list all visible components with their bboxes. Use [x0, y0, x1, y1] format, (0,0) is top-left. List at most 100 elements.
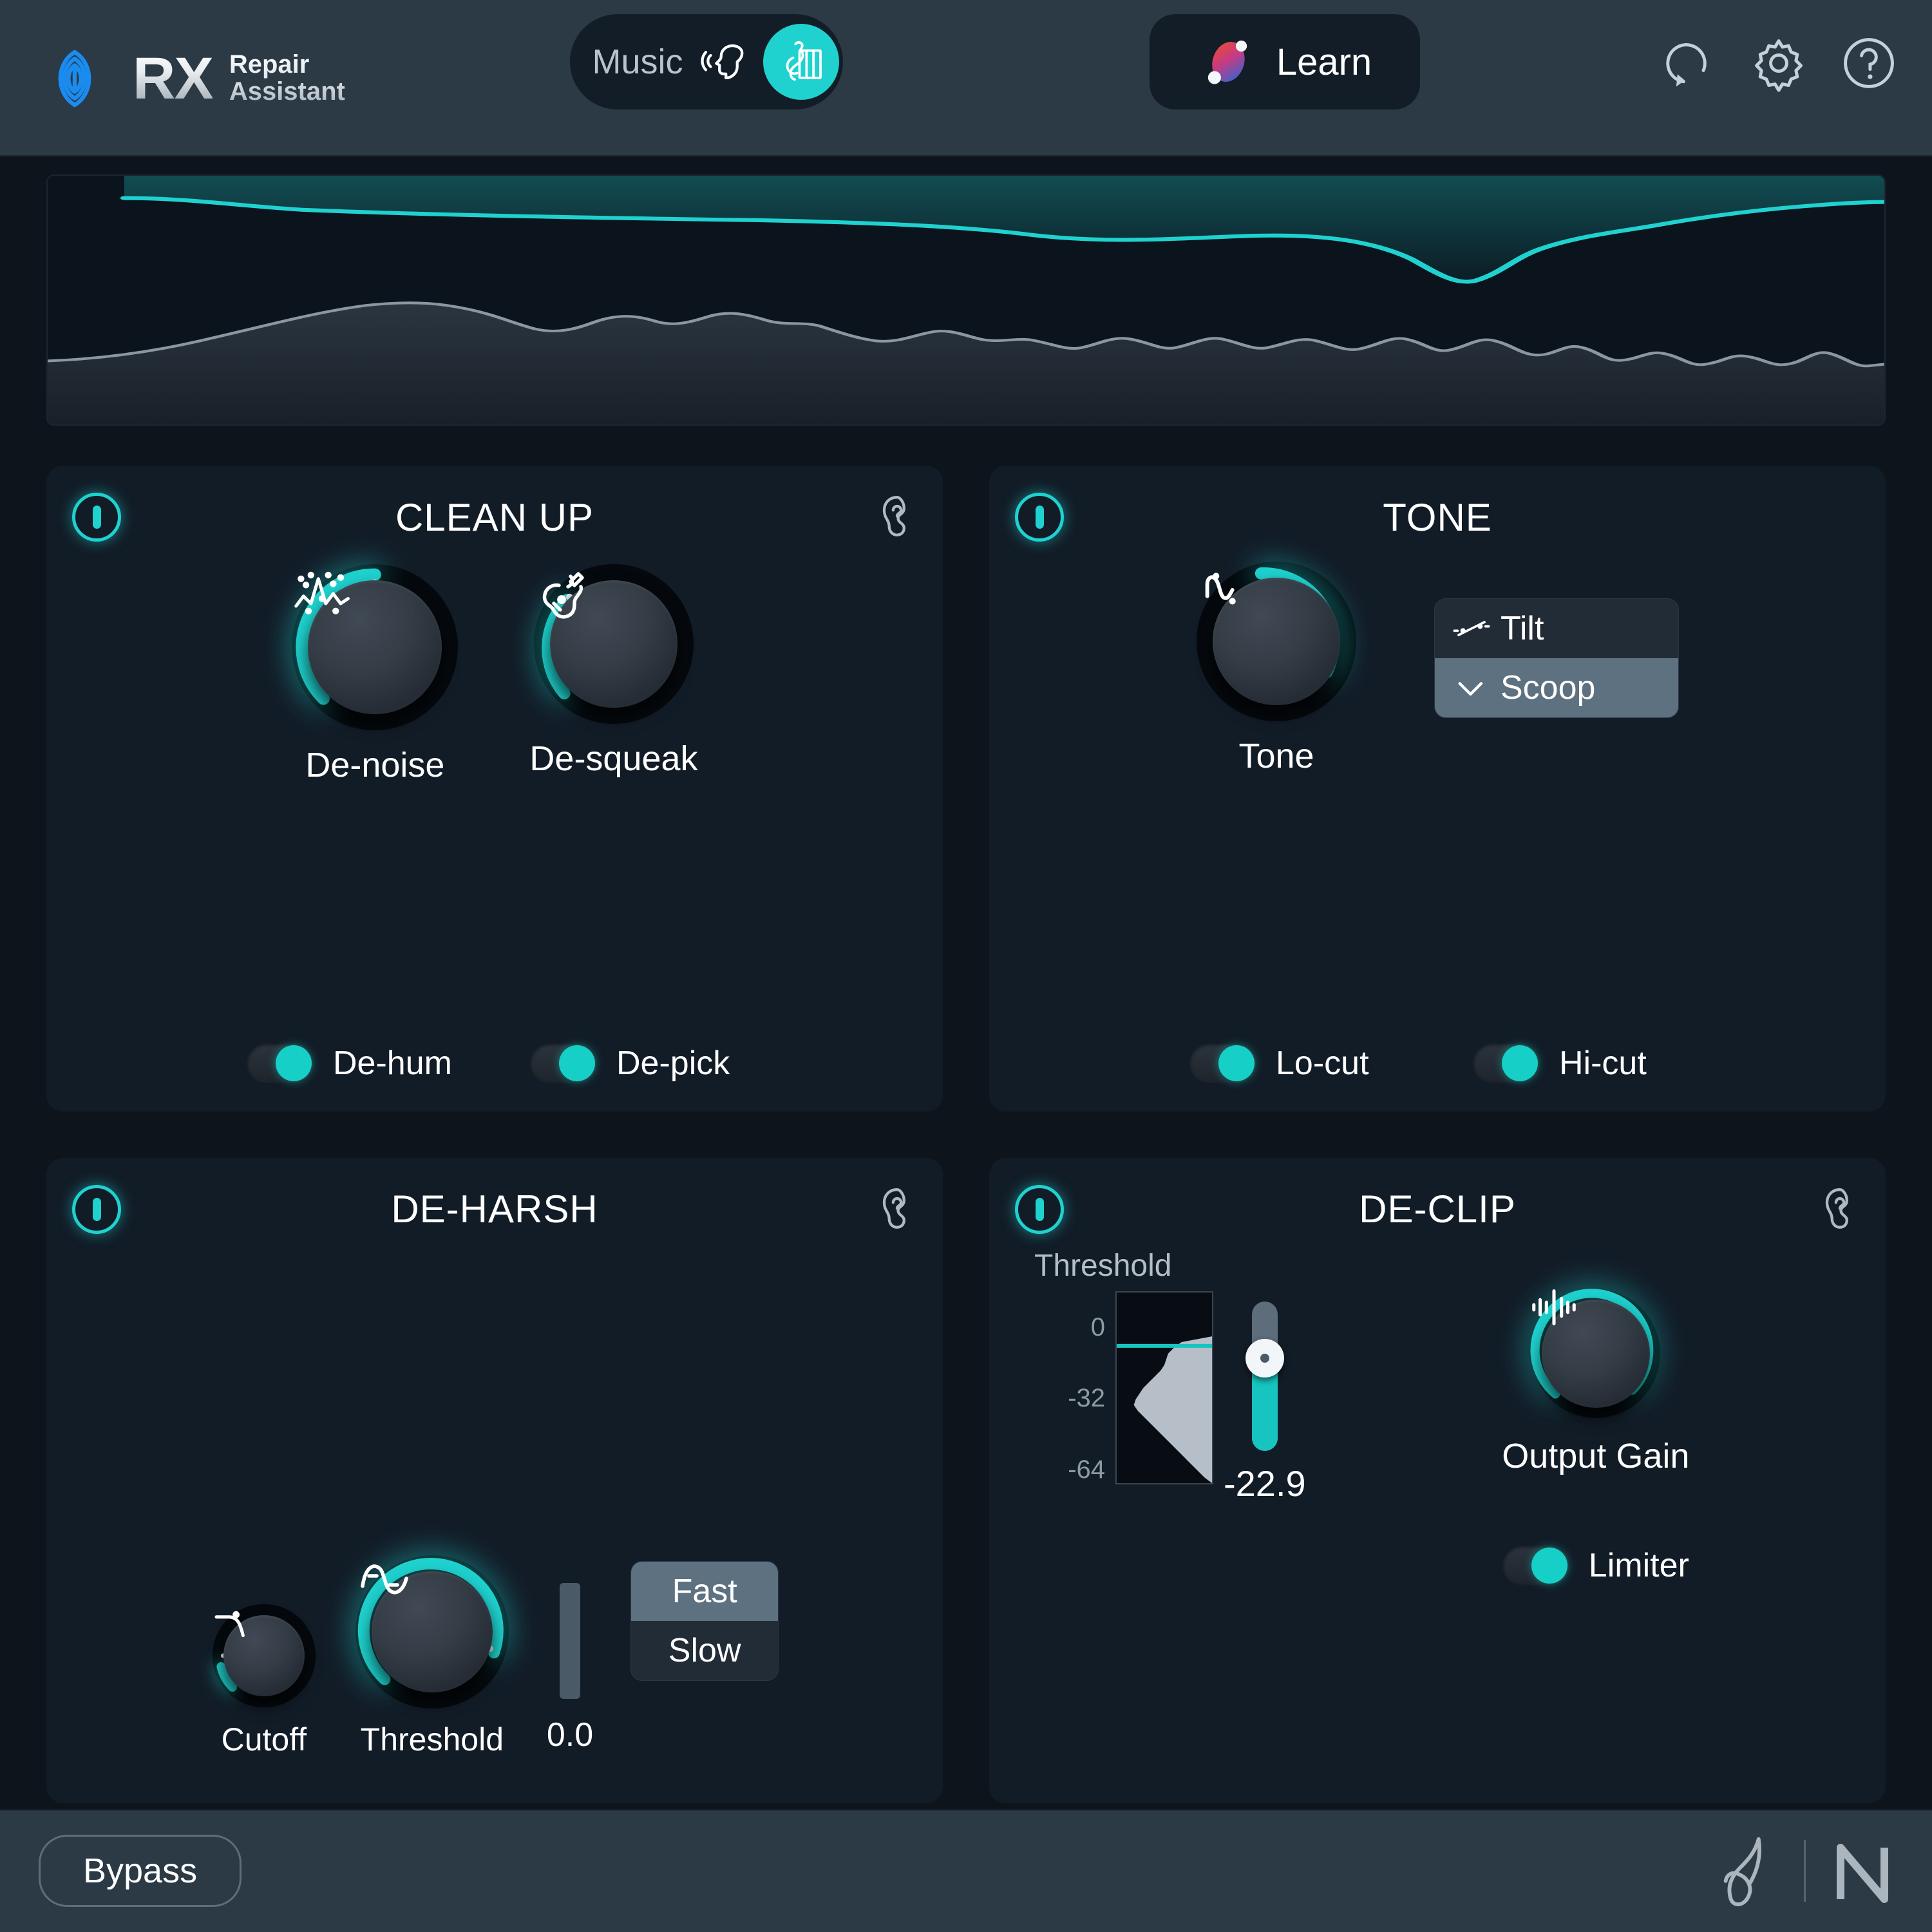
- output-gain-knob[interactable]: [1528, 1285, 1664, 1422]
- de-harsh-meter-value: 0.0: [547, 1716, 593, 1754]
- de-harsh-meter: [560, 1583, 580, 1699]
- mode-option-dialogue[interactable]: [687, 24, 763, 100]
- knob-group-cutoff: Cutoff: [211, 1602, 317, 1758]
- toggle-row-limiter: Limiter: [1502, 1546, 1689, 1586]
- toggle-row-de-hum: De-hum: [247, 1043, 459, 1083]
- clean-up-header: CLEAN UP: [72, 488, 917, 547]
- toggle-row-de-pick: De-pick: [530, 1043, 743, 1083]
- de-clip-threshold-label: Threshold: [1034, 1248, 1306, 1283]
- lo-cut-toggle[interactable]: [1189, 1043, 1256, 1083]
- de-clip-ear-icon[interactable]: [1820, 1186, 1860, 1233]
- de-squeak-label: De-squeak: [529, 739, 697, 779]
- tone-shape-tilt-label: Tilt: [1501, 609, 1544, 648]
- tone-body: Tone Tilt: [1015, 547, 1860, 1092]
- rx-waves-logo-icon: [33, 37, 116, 120]
- knob-group-de-squeak: De-squeak: [529, 564, 697, 785]
- de-harsh-threshold-knob[interactable]: [355, 1555, 509, 1709]
- learn-button[interactable]: Learn: [1150, 14, 1420, 109]
- mode-switch[interactable]: Music: [570, 14, 843, 109]
- sine-wave-icon: [355, 1555, 414, 1605]
- hi-cut-label: Hi-cut: [1559, 1044, 1647, 1083]
- bypass-button[interactable]: Bypass: [39, 1835, 242, 1907]
- de-clip-histogram[interactable]: [1115, 1291, 1213, 1484]
- de-harsh-threshold-label: Threshold: [361, 1721, 504, 1758]
- de-clip-power-button[interactable]: [1015, 1185, 1064, 1234]
- de-clip-scale-32: -32: [1034, 1384, 1105, 1413]
- tilt-line-icon: [1453, 616, 1490, 641]
- noise-peaks-icon: [291, 564, 355, 619]
- de-clip-title: DE-CLIP: [1015, 1187, 1860, 1231]
- eq-curve-icon: [1196, 561, 1251, 616]
- panel-clean-up: CLEAN UP: [46, 466, 943, 1112]
- output-gain-label: Output Gain: [1502, 1436, 1689, 1476]
- de-clip-body: Threshold 0 -32 -64: [1015, 1239, 1860, 1785]
- spectrum-curve-processed-fill: [124, 176, 1884, 281]
- tone-header: TONE: [1015, 488, 1860, 547]
- de-harsh-title: DE-HARSH: [72, 1187, 917, 1231]
- clean-up-ear-icon[interactable]: [877, 493, 917, 541]
- izotope-logo-icon: [1719, 1833, 1778, 1909]
- toggle-row-hi-cut: Hi-cut: [1473, 1043, 1685, 1083]
- panel-de-clip: DE-CLIP Threshold 0 -32 -: [989, 1158, 1886, 1804]
- header-icon-group: [1659, 33, 1899, 93]
- tone-shape-option-tilt[interactable]: Tilt: [1435, 599, 1678, 658]
- guitar-icon: [533, 564, 595, 625]
- de-harsh-speed-slow-label: Slow: [668, 1631, 741, 1670]
- plugin-window: RX Repair Assistant Music: [0, 0, 1932, 1932]
- knob-group-de-noise: De-noise: [291, 564, 459, 785]
- limiter-toggle[interactable]: [1502, 1546, 1569, 1586]
- de-clip-threshold-slider[interactable]: [1252, 1302, 1278, 1451]
- de-harsh-speed-selector[interactable]: Fast Slow: [630, 1561, 779, 1681]
- brand-subtitle-line2: Assistant: [229, 79, 345, 106]
- tone-shape-selector[interactable]: Tilt Scoop: [1434, 598, 1679, 718]
- tone-knob[interactable]: [1196, 561, 1357, 722]
- tone-title: TONE: [1015, 495, 1860, 540]
- knob-group-tone: Tone: [1196, 561, 1357, 776]
- de-hum-label: De-hum: [333, 1044, 452, 1083]
- speaking-head-icon: [699, 36, 751, 88]
- de-noise-knob[interactable]: [291, 564, 459, 731]
- learn-orb-icon: [1198, 32, 1257, 91]
- help-icon[interactable]: [1839, 33, 1899, 93]
- hi-cut-toggle[interactable]: [1473, 1043, 1540, 1083]
- mode-label: Music: [574, 42, 687, 82]
- tone-knob-label: Tone: [1238, 736, 1314, 776]
- de-clip-threshold-value: -22.9: [1224, 1463, 1306, 1504]
- de-clip-histogram-shape: [1134, 1336, 1212, 1483]
- de-squeak-knob[interactable]: [533, 564, 694, 724]
- footer-logos: [1719, 1833, 1893, 1909]
- spectrum-display[interactable]: [46, 175, 1886, 426]
- cutoff-knob[interactable]: [211, 1602, 317, 1709]
- native-instruments-logo-icon: [1832, 1835, 1893, 1907]
- tone-power-button[interactable]: [1015, 493, 1064, 542]
- reset-icon[interactable]: [1659, 33, 1718, 93]
- learn-label: Learn: [1276, 41, 1372, 84]
- lowpass-curve-icon: [211, 1602, 257, 1641]
- brand-title: RX: [133, 49, 213, 108]
- guitar-piano-icon: [775, 36, 827, 88]
- panel-tone: TONE: [989, 466, 1886, 1112]
- gear-icon[interactable]: [1749, 33, 1808, 93]
- knob-group-de-harsh-threshold: Threshold: [355, 1555, 509, 1758]
- de-harsh-power-button[interactable]: [72, 1185, 121, 1234]
- waveform-icon: [1528, 1285, 1580, 1329]
- de-hum-toggle[interactable]: [247, 1043, 314, 1083]
- de-pick-toggle[interactable]: [530, 1043, 597, 1083]
- de-clip-scale-64: -64: [1034, 1455, 1105, 1484]
- spectrum-curve-input-fill: [48, 303, 1884, 424]
- tone-shape-option-scoop[interactable]: Scoop: [1435, 658, 1678, 717]
- limiter-label: Limiter: [1589, 1546, 1689, 1585]
- brand: RX Repair Assistant: [33, 37, 345, 120]
- toggle-row-lo-cut: Lo-cut: [1189, 1043, 1402, 1083]
- de-harsh-speed-option-slow[interactable]: Slow: [631, 1621, 778, 1680]
- mode-option-music[interactable]: [763, 24, 839, 100]
- clean-up-power-button[interactable]: [72, 493, 121, 542]
- footer-divider: [1804, 1840, 1806, 1902]
- spectrum-section: [0, 156, 1932, 426]
- de-harsh-speed-option-fast[interactable]: Fast: [631, 1562, 778, 1621]
- brand-subtitle-line1: Repair: [229, 52, 345, 79]
- lo-cut-label: Lo-cut: [1276, 1044, 1369, 1083]
- de-harsh-ear-icon[interactable]: [877, 1186, 917, 1233]
- header-bar: RX Repair Assistant Music: [0, 0, 1932, 156]
- scoop-v-icon: [1453, 675, 1490, 701]
